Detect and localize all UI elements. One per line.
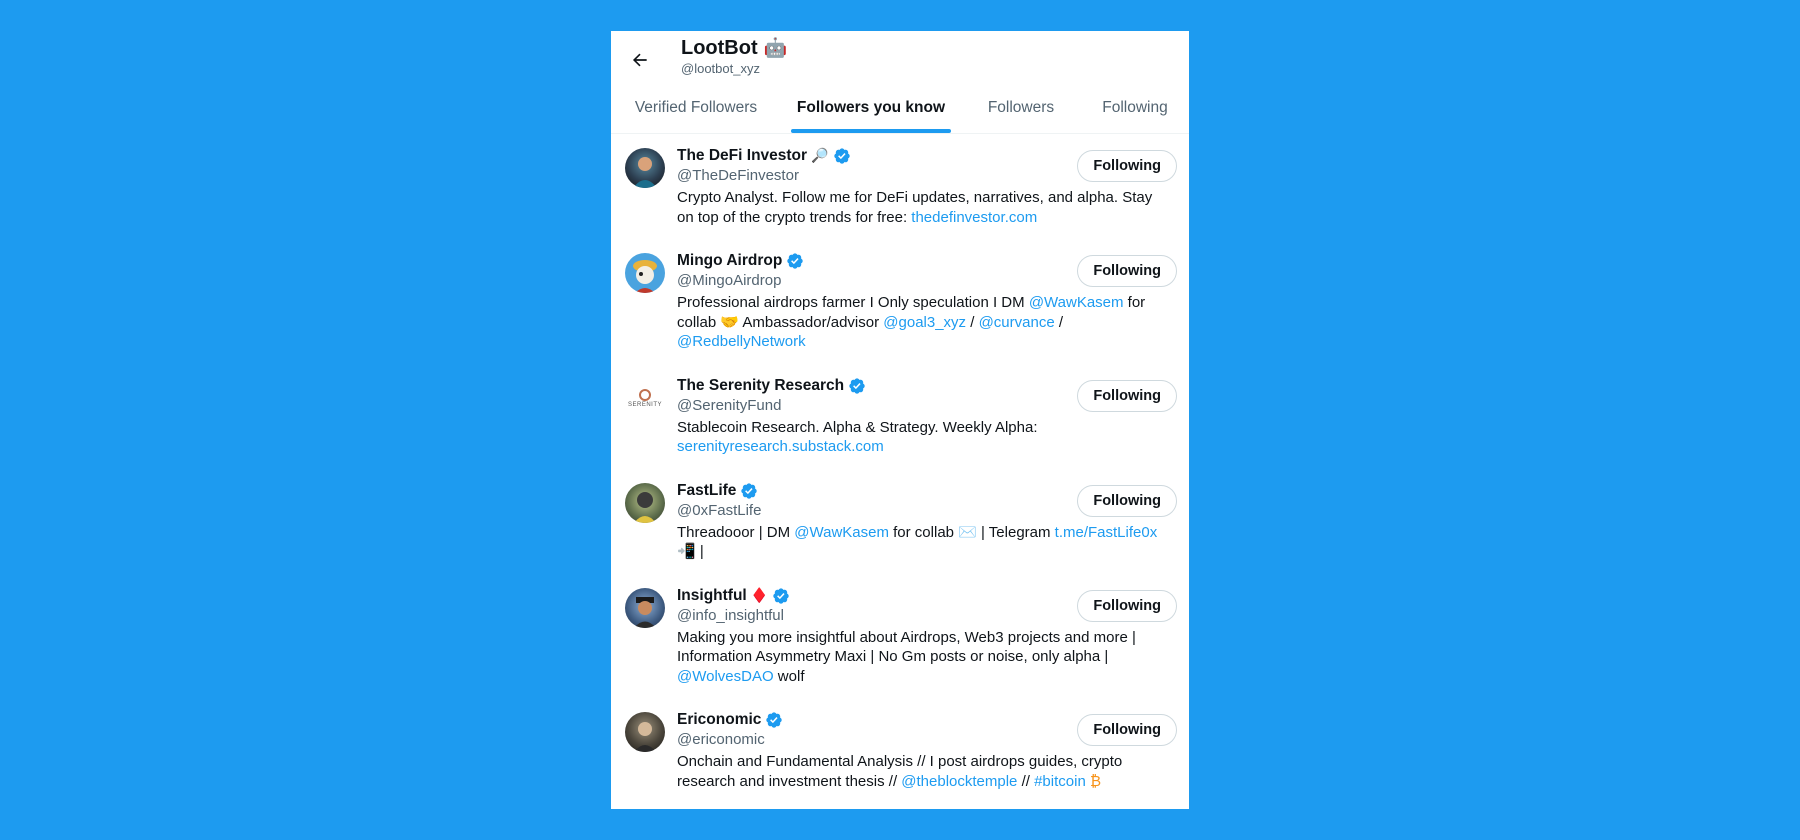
user-name[interactable]: FastLife: [677, 481, 736, 501]
bio-text: wolf: [773, 667, 805, 685]
bio-text: Professional airdrops farmer I Only spec…: [677, 294, 1029, 311]
active-tab-indicator: [791, 129, 951, 133]
user-row[interactable]: FastLife @0xFastLife Threadooor | DM @Wa…: [611, 469, 1189, 574]
bio-link[interactable]: #bitcoin: [1034, 773, 1086, 790]
tab-label: Following: [1102, 99, 1168, 116]
user-row[interactable]: The DeFi Investor 🔎 @TheDeFinvestor Cryp…: [611, 134, 1189, 239]
following-button[interactable]: Following: [1077, 714, 1177, 746]
serenity-logo-icon: [639, 388, 651, 401]
verified-badge-icon: [765, 711, 783, 729]
profile-header: LootBot 🤖 @lootbot_xyz: [681, 35, 787, 77]
avatar-image: [633, 260, 657, 293]
user-name[interactable]: Insightful: [677, 586, 747, 606]
following-button[interactable]: Following: [1077, 484, 1177, 517]
bio-text: Stablecoin Research. Alpha & Strategy. W…: [677, 418, 1038, 436]
tab-bar: Verified Followers Followers you know Fo…: [611, 83, 1189, 134]
avatar[interactable]: [625, 587, 665, 628]
diamond-emoji-icon: ♦️: [750, 587, 769, 604]
user-name[interactable]: The DeFi Investor: [677, 146, 807, 166]
following-button[interactable]: Following: [1077, 589, 1177, 622]
user-bio: Making you more insightful about Airdrop…: [677, 628, 1177, 687]
verified-badge-icon: [848, 377, 866, 395]
magnifier-emoji-icon: 🔎: [811, 148, 829, 164]
profile-title: LootBot 🤖: [681, 35, 787, 61]
user-row[interactable]: SERENITY The Serenity Research @Serenity…: [611, 364, 1189, 469]
verified-badge-icon: [786, 252, 804, 270]
avatar[interactable]: [625, 253, 665, 293]
bio-link[interactable]: @WawKasem: [794, 524, 889, 541]
user-row[interactable]: Mingo Airdrop @MingoAirdrop Professional…: [611, 239, 1189, 364]
bio-text: Threadooor | DM: [677, 523, 795, 541]
tab-label: Verified Followers: [634, 99, 758, 116]
user-name[interactable]: Mingo Airdrop: [677, 251, 782, 271]
robot-emoji-icon: 🤖: [763, 37, 788, 59]
profile-name: LootBot: [681, 37, 758, 59]
top-bar: LootBot 🤖 @lootbot_xyz: [611, 31, 1189, 83]
bitcoin-emoji-icon: ₿: [1085, 772, 1102, 790]
user-bio: Stablecoin Research. Alpha & Strategy. W…: [677, 418, 1177, 457]
user-row[interactable]: Insightful ♦️ @info_insightful Making yo…: [611, 574, 1189, 699]
bio-link[interactable]: @RedbellyNetwork: [677, 333, 806, 350]
avatar-image: [634, 596, 656, 628]
user-bio: Crypto Analyst. Follow me for DeFi updat…: [677, 188, 1177, 227]
avatar[interactable]: [625, 482, 665, 523]
tab-label: Followers you know: [796, 99, 946, 116]
following-button[interactable]: Following: [1077, 379, 1177, 412]
avatar-text: SERENITY: [627, 401, 662, 408]
tab-following[interactable]: Following: [1081, 83, 1189, 133]
user-name[interactable]: Ericonomic: [677, 710, 761, 730]
bio-text: /: [1054, 313, 1064, 331]
avatar-image: [633, 157, 657, 188]
following-button[interactable]: Following: [1077, 255, 1177, 287]
bio-text: //: [1017, 772, 1035, 790]
bio-link[interactable]: @goal3_xyz: [883, 314, 966, 331]
following-button[interactable]: Following: [1077, 150, 1177, 182]
verified-badge-icon: [833, 147, 851, 165]
tab-verified-followers[interactable]: Verified Followers: [611, 83, 781, 133]
bio-text: /: [966, 313, 979, 331]
bio-link[interactable]: @theblocktemple: [901, 773, 1017, 790]
tab-label: Followers: [987, 99, 1055, 116]
verified-badge-icon: [740, 482, 758, 500]
user-name[interactable]: The Serenity Research: [677, 376, 844, 396]
user-bio: Onchain and Fundamental Analysis // I po…: [677, 752, 1177, 791]
user-bio: Threadooor | DM @WawKasem for collab ✉️ …: [677, 523, 1177, 562]
user-bio: Professional airdrops farmer I Only spec…: [677, 293, 1177, 352]
avatar-image: [634, 491, 656, 523]
verified-badge-icon: [772, 587, 790, 605]
bio-link[interactable]: @curvance: [979, 314, 1055, 331]
followers-panel: LootBot 🤖 @lootbot_xyz Verified Follower…: [611, 31, 1189, 809]
bio-text: 📲 |: [677, 543, 704, 560]
tab-followers-you-know[interactable]: Followers you know: [781, 83, 961, 133]
bio-text: for collab ✉️ | Telegram: [888, 523, 1055, 541]
profile-handle: @lootbot_xyz: [681, 61, 760, 76]
bio-link[interactable]: @WolvesDAO: [677, 668, 774, 685]
bio-text: Making you more insightful about Airdrop…: [677, 628, 1136, 666]
bio-link[interactable]: thedefinvestor.com: [911, 209, 1037, 226]
tab-followers[interactable]: Followers: [961, 83, 1081, 133]
user-row[interactable]: Ericonomic @ericonomic Onchain and Funda…: [611, 698, 1189, 803]
avatar[interactable]: SERENITY: [625, 377, 665, 418]
back-button[interactable]: [623, 43, 657, 77]
back-arrow-icon: [632, 53, 647, 67]
bio-link[interactable]: serenityresearch.substack.com: [677, 438, 884, 455]
avatar-image: [634, 722, 656, 752]
bio-link[interactable]: @WawKasem: [1029, 294, 1124, 311]
avatar[interactable]: [625, 148, 665, 188]
bio-link[interactable]: t.me/FastLife0x: [1055, 524, 1158, 541]
avatar[interactable]: [625, 712, 665, 752]
